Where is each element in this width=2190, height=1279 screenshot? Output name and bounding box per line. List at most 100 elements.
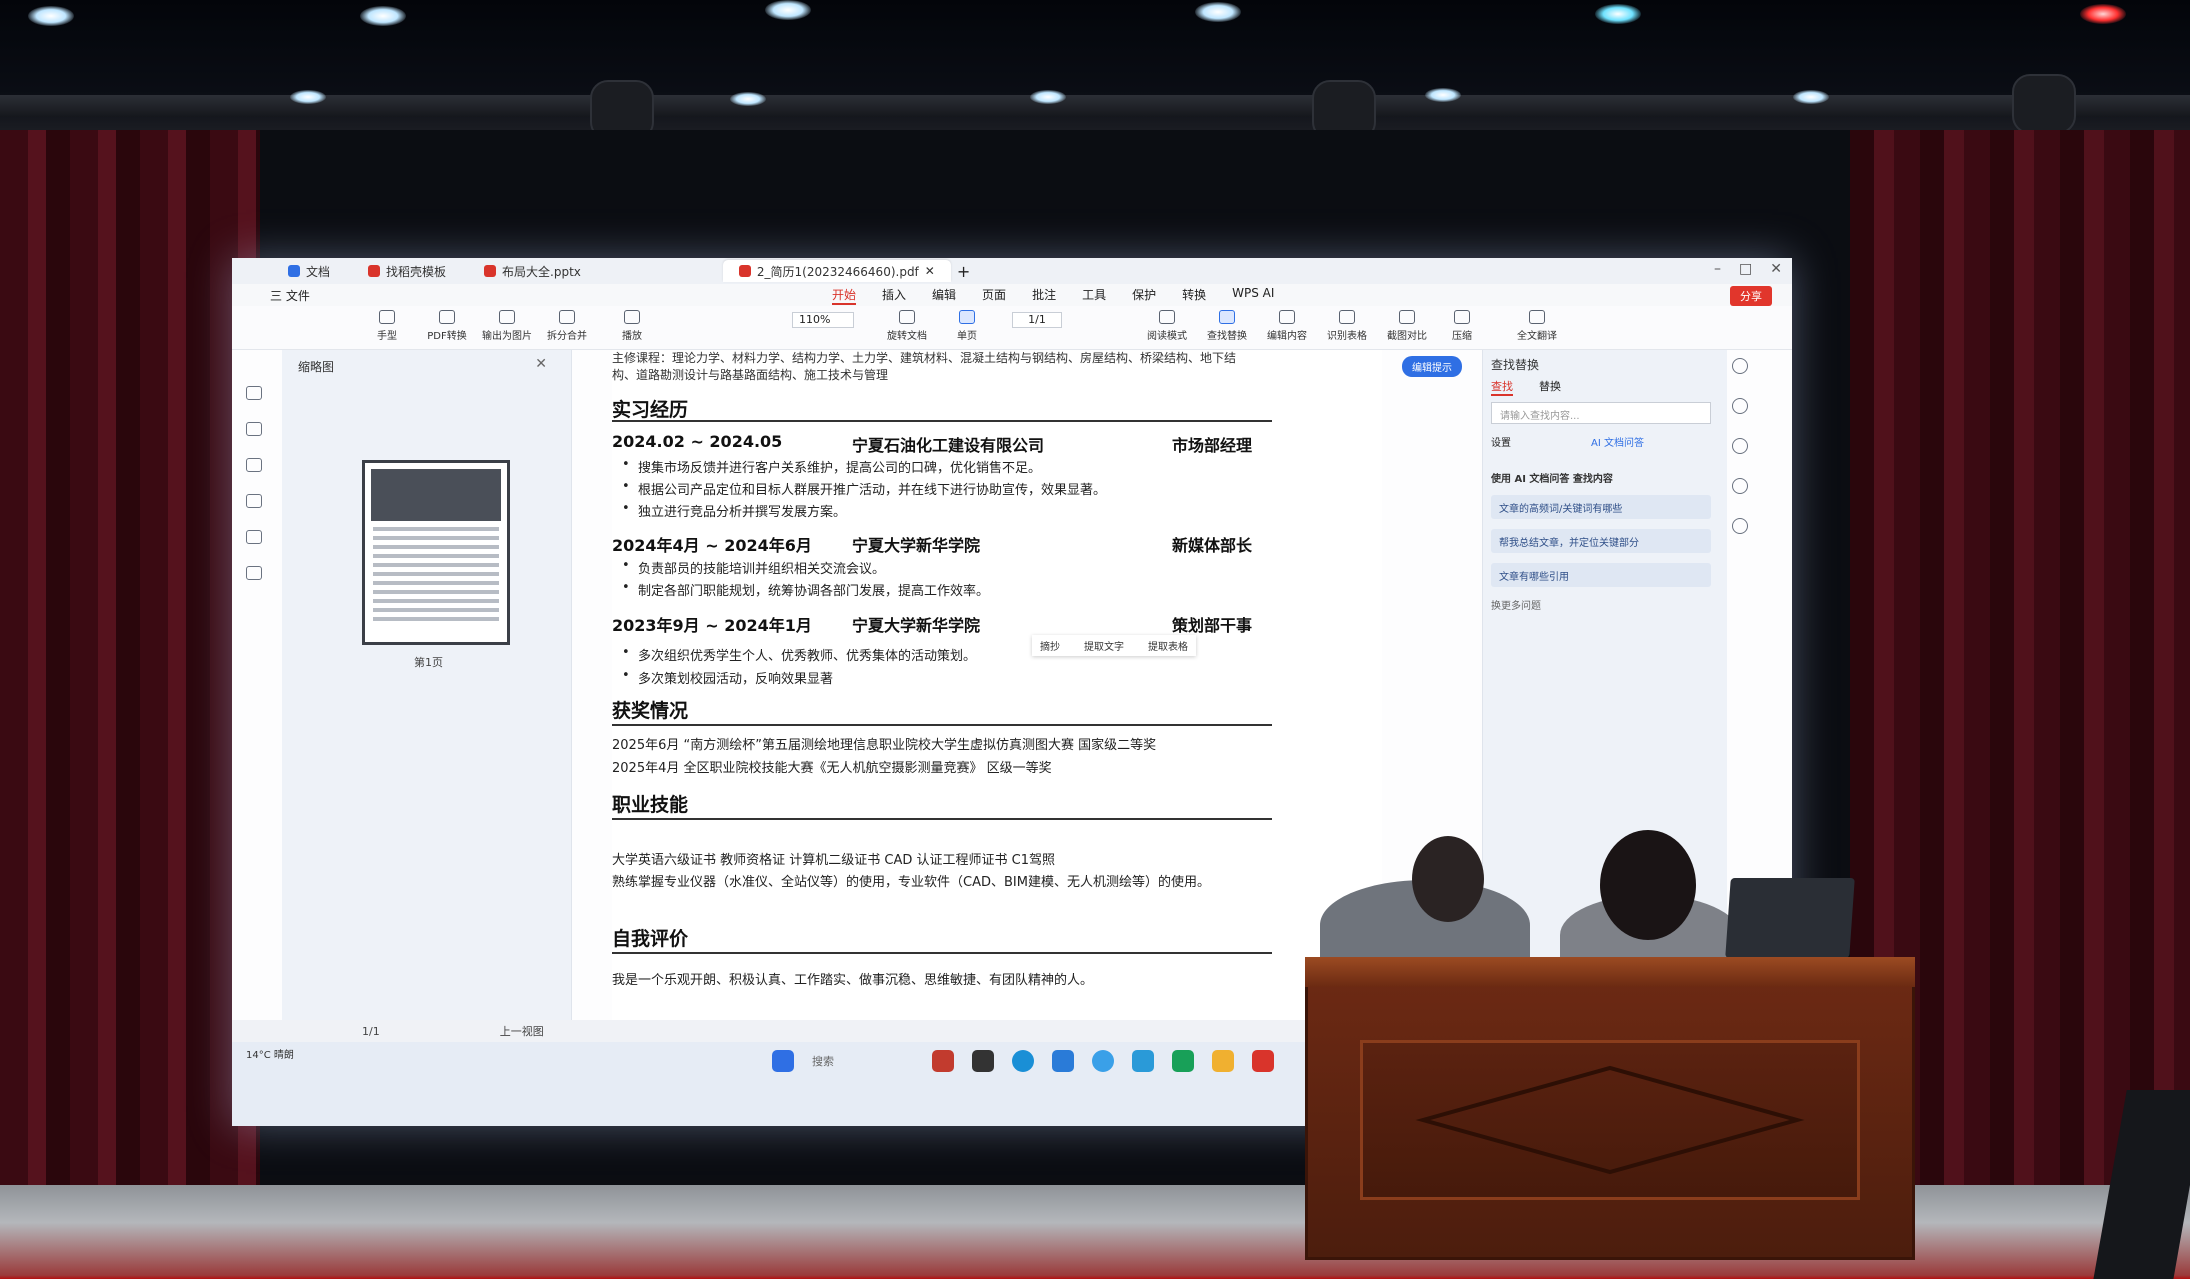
experience-row: 2024.02 ~ 2024.05 宁夏石油化工建设有限公司 市场部经理: [612, 432, 1272, 455]
bookmark-icon[interactable]: [246, 386, 262, 400]
edit-icon: [1279, 310, 1295, 324]
thumbnail-icon[interactable]: [246, 422, 262, 436]
window-controls: – □ ✕: [1714, 261, 1782, 277]
moving-head-light: [2012, 74, 2076, 134]
app-icon[interactable]: [1172, 1050, 1194, 1072]
right-rail: [1732, 358, 1748, 534]
extract-table-button[interactable]: 提取表格: [1148, 638, 1188, 653]
windows-start-icon[interactable]: [772, 1050, 794, 1072]
close-window-icon[interactable]: ✕: [1770, 261, 1782, 277]
experience-bullet: 多次组织优秀学生个人、优秀教师、优秀集体的活动策划。: [622, 645, 976, 664]
split-merge-button[interactable]: 拆分合并: [532, 310, 602, 342]
stage-light: [290, 90, 326, 104]
compress-button[interactable]: 压缩: [1427, 310, 1497, 342]
close-icon[interactable]: ✕: [925, 264, 935, 278]
single-page-button[interactable]: 单页: [932, 310, 1002, 342]
full-translate-button[interactable]: 全文翻译: [1492, 310, 1582, 342]
stage-light: [1030, 90, 1066, 104]
folder-icon[interactable]: [1212, 1050, 1234, 1072]
find-panel-title: 查找替换: [1491, 358, 1540, 372]
search-icon[interactable]: [1732, 358, 1748, 374]
tab-pptx[interactable]: 布局大全.pptx: [468, 260, 597, 282]
weather-widget[interactable]: 14°C 晴朗: [246, 1046, 294, 1061]
experience-org: 宁夏大学新华学院: [852, 536, 981, 555]
thumbnail-line: [373, 608, 499, 612]
prev-view-button[interactable]: 上一视图: [500, 1023, 544, 1039]
edge-icon[interactable]: [1012, 1050, 1034, 1072]
page-number-input[interactable]: 1/1: [1012, 312, 1062, 328]
menu-insert[interactable]: 插入: [882, 286, 906, 305]
maximize-icon[interactable]: □: [1739, 261, 1752, 277]
document-page: 主修课程：理论力学、材料力学、结构力学、土力学、建筑材料、混凝土结构与钢结构、房…: [612, 350, 1382, 1020]
app-icon[interactable]: [1052, 1050, 1074, 1072]
menu-bar: 三 文件 开始 插入 编辑 页面 批注 工具 保护 转换 WPS AI 分享: [232, 284, 1792, 306]
ai-suggestion[interactable]: 文章有哪些引用: [1491, 563, 1711, 587]
stage-light: [1595, 4, 1641, 24]
find-panel-tabs: 查找 替换: [1491, 378, 1561, 396]
ai-hint-pill[interactable]: 编辑提示: [1402, 356, 1462, 377]
status-page: 1/1: [362, 1024, 380, 1038]
stage-light: [765, 0, 811, 20]
filter-icon[interactable]: [1732, 438, 1748, 454]
share-button[interactable]: 分享: [1730, 286, 1772, 306]
signature-icon[interactable]: [246, 530, 262, 544]
play-button[interactable]: 播放: [597, 310, 667, 342]
tab-replace[interactable]: 替换: [1539, 378, 1561, 396]
layers-icon[interactable]: [246, 566, 262, 580]
extract-text-button[interactable]: 提取文字: [1084, 638, 1124, 653]
menu-convert[interactable]: 转换: [1182, 286, 1206, 305]
thumbnail-line: [373, 581, 499, 585]
selection-toolbar: 摘抄 提取文字 提取表格: [1032, 635, 1196, 656]
attachment-icon[interactable]: [246, 494, 262, 508]
export-icon[interactable]: [1732, 478, 1748, 494]
new-tab-icon[interactable]: +: [957, 262, 970, 281]
stage-light: [730, 92, 766, 106]
close-icon[interactable]: ✕: [535, 356, 547, 372]
find-search-input[interactable]: 请输入查找内容...: [1491, 402, 1711, 424]
experience-period: 2023年9月 ~ 2024年1月: [612, 616, 812, 635]
tab-docs[interactable]: 文档: [272, 260, 346, 282]
minimize-icon[interactable]: –: [1714, 261, 1721, 277]
menu-page[interactable]: 页面: [982, 286, 1006, 305]
menu-wps-ai[interactable]: WPS AI: [1232, 286, 1274, 305]
thumbnail-line: [373, 545, 499, 549]
file-menu[interactable]: 三 文件: [270, 287, 310, 304]
tab-templates[interactable]: 找稻壳模板: [352, 260, 462, 282]
menu-home[interactable]: 开始: [832, 286, 857, 305]
search-icon: [1219, 310, 1235, 324]
curtain-left: [0, 130, 260, 1200]
help-icon[interactable]: [1732, 518, 1748, 534]
menu-edit[interactable]: 编辑: [932, 286, 956, 305]
settings-icon[interactable]: [1732, 398, 1748, 414]
more-questions-link[interactable]: 换更多问题: [1491, 597, 1711, 612]
wps-icon[interactable]: [1252, 1050, 1274, 1072]
stage-light: [2080, 4, 2126, 24]
page-thumbnail[interactable]: [362, 460, 510, 645]
experience-role: 市场部经理: [1171, 436, 1252, 455]
experience-bullet: 搜集市场反馈并进行客户关系维护，提高公司的口碑，优化销售不足。: [622, 457, 1041, 476]
tab-resume-pdf[interactable]: 2_简历1(20232466460).pdf ✕: [722, 260, 951, 282]
ai-qa-link[interactable]: AI 文档问答: [1591, 434, 1644, 449]
laptop: [1725, 878, 1855, 958]
book-icon: [1159, 310, 1175, 324]
ai-suggestion[interactable]: 帮我总结文章，并定位关键部分: [1491, 529, 1711, 553]
settings-button[interactable]: 设置: [1491, 434, 1511, 449]
menu-tools[interactable]: 工具: [1082, 286, 1106, 305]
app-icon[interactable]: [1092, 1050, 1114, 1072]
tab-find[interactable]: 查找: [1491, 378, 1513, 396]
comment-icon[interactable]: [246, 458, 262, 472]
section-awards: 获奖情况: [612, 700, 689, 722]
hand-icon: [379, 310, 395, 324]
menu-comment[interactable]: 批注: [1032, 286, 1056, 305]
excerpt-button[interactable]: 摘抄: [1040, 638, 1060, 653]
app-icon[interactable]: [1132, 1050, 1154, 1072]
taskbar-search[interactable]: 搜索: [812, 1053, 834, 1069]
ai-hint-text: 使用 AI 文档问答 查找内容: [1491, 474, 1613, 485]
ai-suggestion[interactable]: 文章的高频词/关键词有哪些: [1491, 495, 1711, 519]
zoom-select[interactable]: 110%: [792, 312, 854, 328]
file-explorer-icon[interactable]: [972, 1050, 994, 1072]
menu-protect[interactable]: 保护: [1132, 286, 1156, 305]
app-icon[interactable]: [932, 1050, 954, 1072]
split-icon: [559, 310, 575, 324]
docs-icon: [288, 265, 300, 277]
